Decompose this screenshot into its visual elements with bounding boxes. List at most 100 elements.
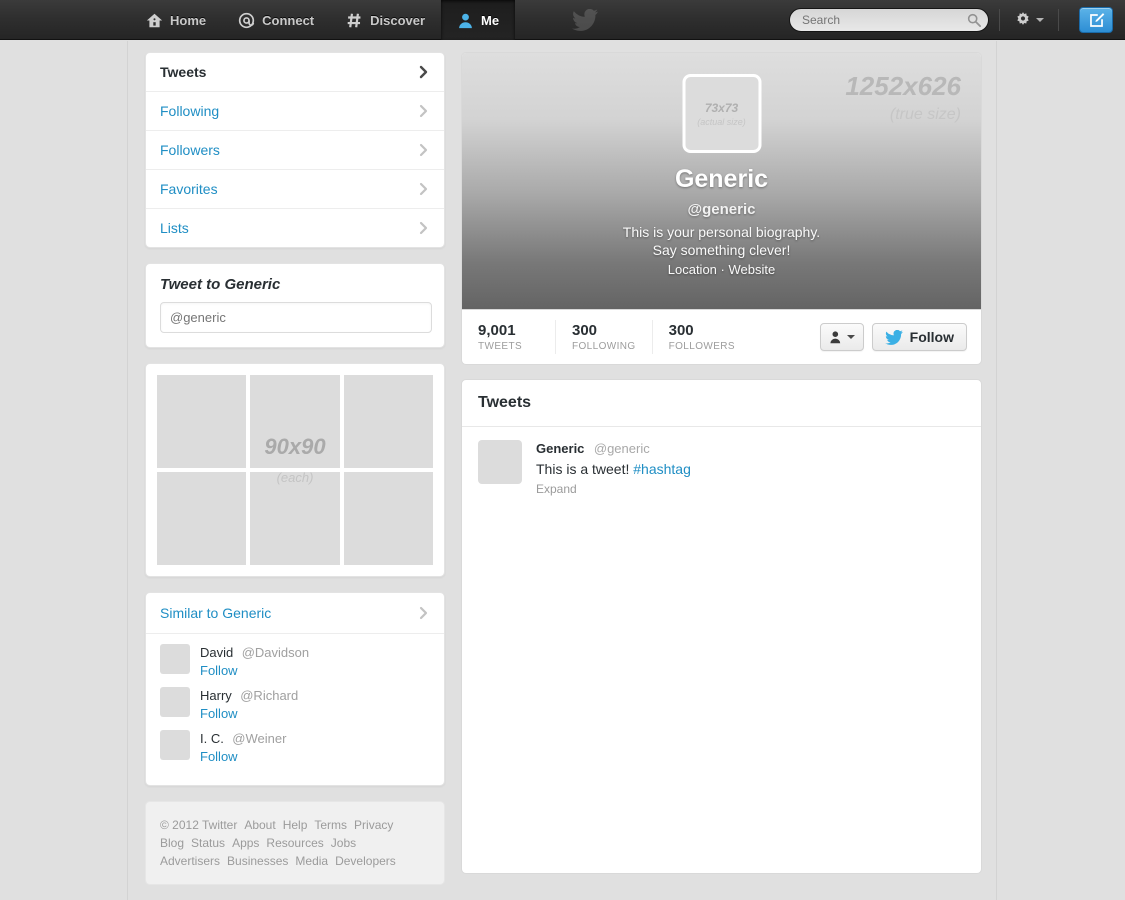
timeline-title: Tweets [462,380,981,427]
stat-tweets-count: 9,001 [478,322,516,339]
sidebar-item-favorites[interactable]: Favorites [146,170,444,209]
sidebar-item-followers-label: Followers [160,142,220,158]
twitter-bird-icon [572,9,598,31]
footer-link-terms[interactable]: Terms [314,818,347,832]
tweet-item[interactable]: Generic @generic This is a tweet! #hasht… [462,427,981,509]
footer-link-developers[interactable]: Developers [335,854,396,868]
footer-link-advertisers[interactable]: Advertisers [160,854,220,868]
nav-item-me[interactable]: Me [441,0,516,40]
profile-avatar[interactable]: 73x73 (actual size) [682,74,761,153]
footer-link-status[interactable]: Status [191,836,225,850]
chevron-down-icon [1036,18,1044,22]
avatar[interactable] [160,687,190,717]
nav-item-home[interactable]: Home [130,0,222,40]
footer-link-businesses[interactable]: Businesses [227,854,288,868]
nav-item-discover-label: Discover [370,12,426,28]
home-icon [146,13,163,27]
similar-user-handle[interactable]: @Davidson [242,645,309,660]
footer-link-jobs[interactable]: Jobs [331,836,356,850]
search-input[interactable] [789,8,989,32]
footer-link-privacy[interactable]: Privacy [354,818,393,832]
similar-user-name[interactable]: David [200,645,233,660]
stat-following-label: FOLLOWING [572,341,636,352]
sidebar-item-following[interactable]: Following [146,92,444,131]
tweet-author-handle[interactable]: @generic [594,441,650,456]
profile-meta-separator: · [720,262,725,277]
stat-following[interactable]: 300 FOLLOWING [556,320,653,354]
list-item: Harry @Richard Follow [160,687,430,721]
photo-cell[interactable] [250,375,340,468]
nav-divider-2 [1058,9,1059,31]
similar-users-title: Similar to Generic [160,605,272,621]
nav-item-discover[interactable]: Discover [330,0,441,40]
sidebar-item-tweets[interactable]: Tweets [146,53,444,92]
settings-menu-button[interactable] [1010,11,1048,29]
chevron-right-icon [419,104,428,118]
nav-item-home-label: Home [170,12,207,28]
similar-user-handle[interactable]: @Weiner [232,731,286,746]
profile-website[interactable]: Website [729,262,776,277]
photo-cell[interactable] [157,375,247,468]
compose-card-title: Tweet to Generic [160,276,281,293]
follow-button[interactable]: Follow [200,706,298,721]
footer-link-resources[interactable]: Resources [266,836,323,850]
sidebar-item-following-label: Following [160,103,220,119]
chevron-right-icon [419,606,428,620]
gear-icon [1017,12,1029,25]
footer-link-help[interactable]: Help [283,818,308,832]
sidebar-item-lists[interactable]: Lists [146,209,444,247]
photo-cell[interactable] [343,375,433,468]
chevron-right-icon [419,65,428,79]
user-actions-button[interactable] [819,323,864,351]
nav-right-controls [789,0,1113,40]
compose-tweet-icon [1089,12,1104,27]
tweet-expand-link[interactable]: Expand [536,482,691,496]
follow-button[interactable]: Follow [871,323,967,351]
photo-grid-card: 90x90 (each) [145,363,445,577]
footer-link-apps[interactable]: Apps [232,836,259,850]
tweet-hashtag-link[interactable]: #hashtag [633,461,691,477]
nav-item-me-label: Me [481,12,500,28]
footer-link-media[interactable]: Media [295,854,328,868]
top-navigation-bar: Home Connect Discover Me [0,0,1125,40]
profile-location[interactable]: Location [668,262,717,277]
photo-cell[interactable] [157,472,247,565]
chevron-down-icon [846,335,855,339]
profile-stats-bar: 9,001 TWEETS 300 FOLLOWING 300 FOLLOWERS [461,310,982,365]
avatar-placeholder: 73x73 (actual size) [685,77,758,150]
list-item: David @Davidson Follow [160,644,430,678]
footer-link-blog[interactable]: Blog [160,836,184,850]
search-icon[interactable] [967,13,981,27]
main-content: 1252x626 (true size) 73x73 (actual size)… [461,52,982,900]
tweet-author-name[interactable]: Generic [536,441,584,456]
stat-tweets[interactable]: 9,001 TWEETS [462,320,556,354]
stat-following-count: 300 [572,322,598,339]
similar-user-name[interactable]: I. C. [200,731,224,746]
avatar[interactable] [160,730,190,760]
nav-divider-1 [999,9,1000,31]
similar-user-handle[interactable]: @Richard [240,688,298,703]
photo-grid: 90x90 (each) [146,364,444,576]
similar-user-name[interactable]: Harry [200,688,232,703]
footer-link-about[interactable]: About [244,818,275,832]
compose-tweet-button[interactable] [1079,7,1113,33]
follow-button[interactable]: Follow [200,749,286,764]
profile-banner[interactable]: 1252x626 (true size) 73x73 (actual size)… [462,53,981,309]
nav-item-connect[interactable]: Connect [222,0,330,40]
photo-cell[interactable] [343,472,433,565]
tweet-compose-input[interactable] [160,302,432,333]
hashtag-icon [347,13,361,27]
tweet-header: Generic @generic [536,440,691,458]
footer-links: © 2012 Twitter About Help Terms Privacy Blog… [146,802,444,884]
avatar[interactable] [160,644,190,674]
tweet-to-user-card: Tweet to Generic [145,263,445,348]
similar-users-header[interactable]: Similar to Generic [146,593,444,634]
stat-followers[interactable]: 300 FOLLOWERS [653,320,751,354]
banner-size-annotation: 1252x626 (true size) [845,71,961,124]
follow-button[interactable]: Follow [200,663,309,678]
avatar[interactable] [478,440,522,484]
list-item: I. C. @Weiner Follow [160,730,430,764]
sidebar-item-followers[interactable]: Followers [146,131,444,170]
photo-cell[interactable] [250,472,340,565]
profile-meta: Location · Website [462,262,981,277]
